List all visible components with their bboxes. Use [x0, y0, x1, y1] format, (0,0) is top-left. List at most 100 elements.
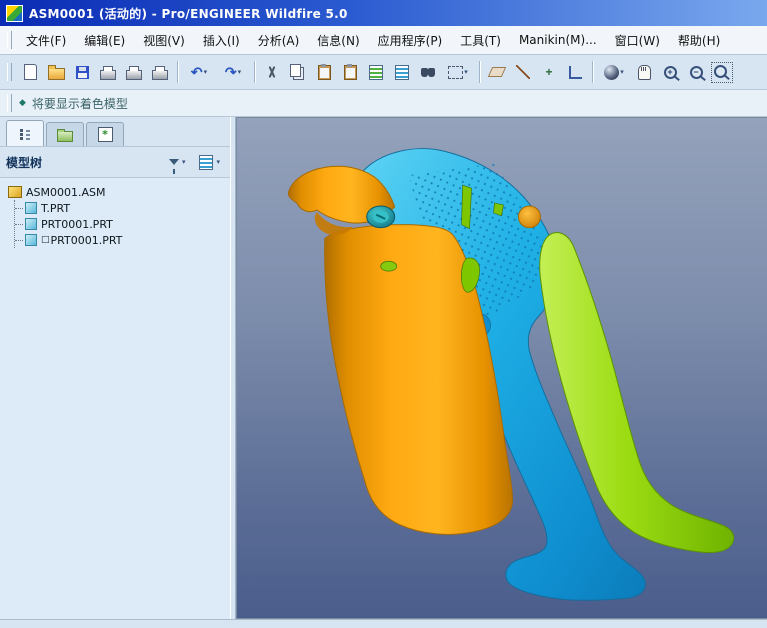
menu-item-insert[interactable]: 插入(I) [194, 28, 249, 53]
model-player-button[interactable] [389, 59, 415, 85]
datum-points-toggle[interactable]: + [536, 59, 562, 85]
messagebar-grip[interactable] [7, 94, 12, 112]
zoom-out-button[interactable]: − [683, 59, 709, 85]
paste-button[interactable] [311, 59, 337, 85]
model-canvas[interactable] [237, 118, 767, 618]
undo-button[interactable]: ↶▾ [182, 59, 216, 85]
tree-settings-button[interactable]: ▾ [195, 152, 224, 173]
assembly-icon [8, 186, 22, 198]
message-text: 将要显示着色模型 [32, 95, 128, 112]
chevron-down-icon: ▾ [182, 159, 186, 166]
tree-connector [15, 224, 23, 225]
part-icon [25, 234, 37, 246]
datum-point-icon: + [545, 65, 552, 79]
toolbar-separator [479, 61, 480, 83]
open-folder-icon [48, 68, 65, 80]
zoom-out-icon: − [690, 66, 703, 79]
menu-item-file[interactable]: 文件(F) [17, 28, 75, 53]
magnifier-icon [714, 65, 727, 78]
tree-connector [15, 240, 23, 241]
paste-special-button[interactable] [337, 59, 363, 85]
datum-axes-toggle[interactable] [510, 59, 536, 85]
datum-planes-toggle[interactable] [484, 59, 510, 85]
quick-print-button[interactable] [147, 59, 173, 85]
minus-glyph: − [692, 68, 701, 77]
redo-button[interactable]: ↷▾ [216, 59, 250, 85]
graphics-area[interactable] [236, 117, 767, 619]
app-icon [6, 5, 23, 22]
menu-item-window[interactable]: 窗口(W) [606, 28, 669, 53]
save-icon [76, 66, 89, 79]
tree-row[interactable]: □ PRT0001.PRT [15, 232, 226, 248]
find-button[interactable] [415, 59, 441, 85]
model-tree-header: 模型树 ▾ ▾ [0, 147, 230, 178]
menu-item-tools[interactable]: 工具(T) [451, 28, 510, 53]
cut-button[interactable] [259, 59, 285, 85]
navigator-panel: * 模型树 ▾ ▾ ASM0001.ASM T.PRT [0, 117, 230, 619]
selection-filter-button[interactable]: ▾ [441, 59, 475, 85]
chevron-down-icon: ▾ [464, 69, 468, 76]
main-toolbar: ↶▾ ↷▾ ▾ + ▾ + − [0, 55, 767, 90]
spin-center-button[interactable] [631, 59, 657, 85]
tree-item-label: PRT0001.PRT [41, 218, 113, 231]
message-bar: ◆ 将要显示着色模型 [0, 90, 767, 117]
quick-print-icon [152, 70, 168, 80]
datum-axis-icon [516, 65, 530, 79]
binoculars-icon [421, 68, 428, 77]
shaded-display-button[interactable]: ▾ [597, 59, 631, 85]
print-preview-icon [126, 70, 142, 80]
tree-filters-button[interactable]: ▾ [165, 156, 190, 169]
menu-item-help[interactable]: 帮助(H) [669, 28, 729, 53]
tree-item-label: PRT0001.PRT [51, 234, 123, 247]
orange-pin[interactable] [518, 206, 540, 228]
menubar-grip[interactable] [7, 31, 12, 49]
toolbar-separator [592, 61, 593, 83]
funnel-icon [169, 159, 179, 165]
tree-row-root[interactable]: ASM0001.ASM [8, 184, 226, 200]
new-file-icon [24, 64, 37, 80]
toolbar-grip[interactable] [7, 63, 12, 81]
refit-icon [711, 62, 733, 83]
menu-item-info[interactable]: 信息(N) [308, 28, 368, 53]
datum-plane-icon [488, 67, 506, 77]
hand-icon [638, 65, 651, 80]
menu-item-edit[interactable]: 编辑(E) [75, 28, 134, 53]
undo-icon: ↶ [191, 65, 203, 79]
model-player-icon [395, 65, 409, 80]
green-feature-bar[interactable] [462, 185, 472, 228]
toolbar-separator [254, 61, 255, 83]
settings-list-icon [199, 155, 213, 170]
new-file-button[interactable] [17, 59, 43, 85]
save-button[interactable] [69, 59, 95, 85]
regenerate-button[interactable] [363, 59, 389, 85]
redo-icon: ↷ [225, 65, 237, 79]
window-title: ASM0001 (活动的) - Pro/ENGINEER Wildfire 5.… [29, 5, 348, 22]
menu-item-applications[interactable]: 应用程序(P) [369, 28, 452, 53]
zoom-in-button[interactable]: + [657, 59, 683, 85]
print-button[interactable] [95, 59, 121, 85]
menu-item-manikin[interactable]: Manikin(M)... [510, 29, 606, 51]
copy-button[interactable] [285, 59, 311, 85]
print-preview-button[interactable] [121, 59, 147, 85]
model-tree-tab[interactable] [6, 120, 44, 146]
menu-item-view[interactable]: 视图(V) [134, 28, 194, 53]
folder-browser-icon [57, 131, 73, 142]
menubar: 文件(F) 编辑(E) 视图(V) 插入(I) 分析(A) 信息(N) 应用程序… [0, 26, 767, 55]
status-bar [0, 619, 767, 628]
tree-row[interactable]: PRT0001.PRT [15, 216, 226, 232]
favorites-tab[interactable]: * [86, 122, 124, 146]
tree-row[interactable]: T.PRT [15, 200, 226, 216]
print-icon [100, 70, 116, 80]
tree-item-label: T.PRT [41, 202, 70, 215]
folder-browser-tab[interactable] [46, 122, 84, 146]
green-button[interactable] [381, 261, 397, 271]
part-icon [25, 202, 37, 214]
open-button[interactable] [43, 59, 69, 85]
refit-button[interactable] [709, 59, 735, 85]
menu-item-analysis[interactable]: 分析(A) [249, 28, 309, 53]
chevron-down-icon: ▾ [620, 69, 624, 76]
tree-root-label: ASM0001.ASM [26, 186, 106, 199]
titlebar[interactable]: ASM0001 (活动的) - Pro/ENGINEER Wildfire 5.… [0, 0, 767, 26]
datum-csys-toggle[interactable] [562, 59, 588, 85]
selection-box-icon [448, 66, 463, 79]
